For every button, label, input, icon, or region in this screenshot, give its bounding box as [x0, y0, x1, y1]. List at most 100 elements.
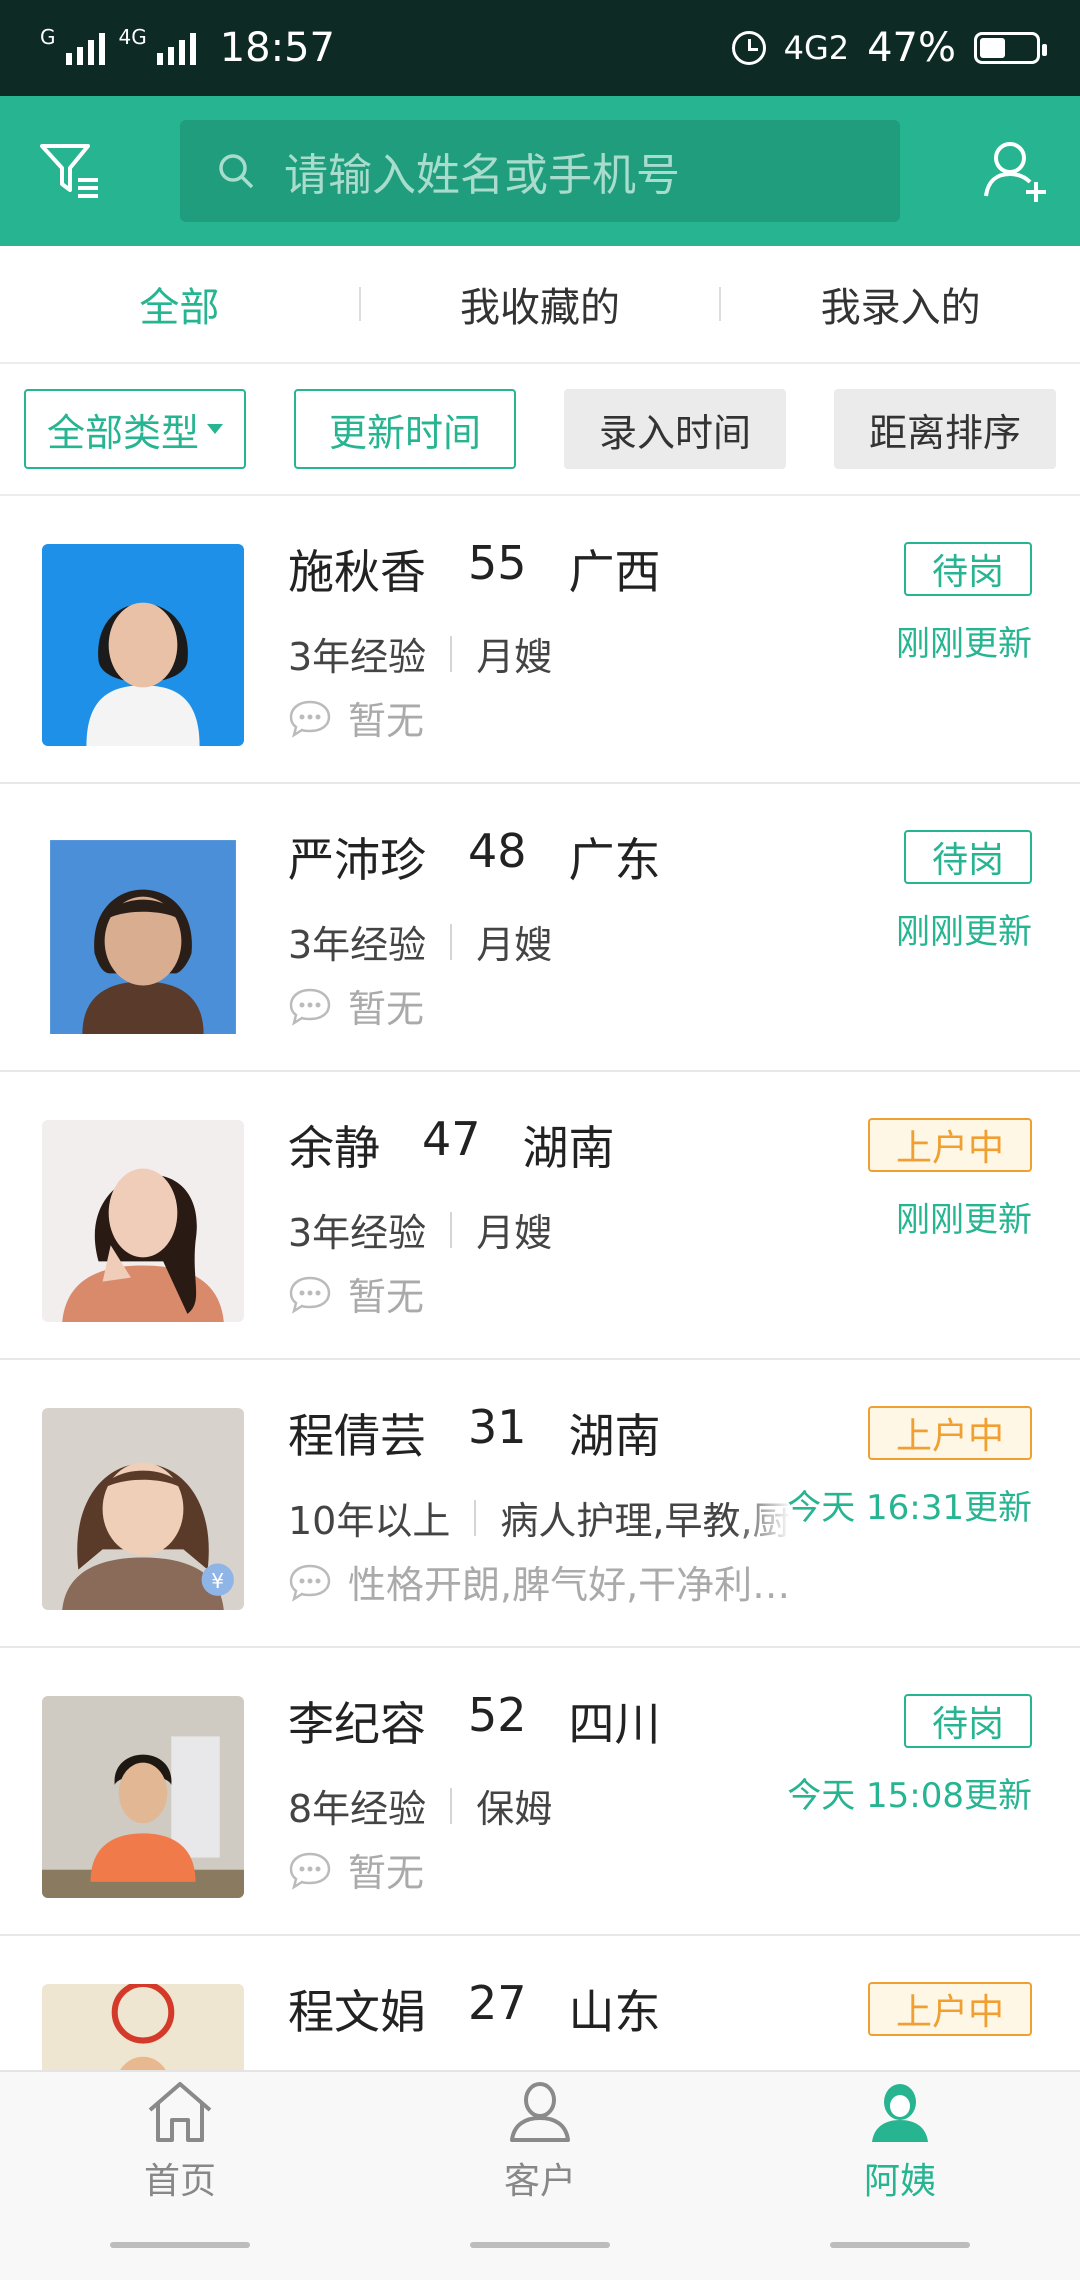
nav-home[interactable]: 首页 [0, 2072, 360, 2210]
gesture-bar [0, 2210, 1080, 2280]
worker-experience: 3年经验 [288, 635, 427, 679]
worker-avatar [42, 544, 244, 746]
worker-card[interactable]: 严沛珍 48 广东 3年经验 月嫂 暂无 待岗 刚刚更新 [0, 784, 1080, 1072]
worker-experience: 3年经验 [288, 923, 427, 967]
worker-province: 广东 [568, 833, 661, 887]
filter-bar: 全部类型 更新时间 录入时间 距离排序 [0, 364, 1080, 496]
detail-divider [450, 923, 453, 960]
worker-note-text: 暂无 [348, 1275, 425, 1319]
worker-name-line: 李纪容 52 四川 [288, 1688, 661, 1754]
worker-card[interactable]: 施秋香 55 广西 3年经验 月嫂 暂无 待岗 刚刚更新 [0, 496, 1080, 784]
home-icon [148, 2082, 212, 2142]
worker-avatar [42, 1696, 244, 1898]
add-user-button[interactable] [980, 136, 1050, 206]
status-badge: 待岗 [903, 830, 1032, 884]
detail-divider [450, 1787, 453, 1824]
worker-experience: 10年以上 [288, 1499, 451, 1543]
worker-avatar: ¥ [42, 1408, 244, 1610]
worker-name: 程倩芸 [288, 1409, 426, 1463]
status-badge: 上户中 [867, 1982, 1032, 2036]
worker-card[interactable]: 程文娟 27 山东 上户中 [0, 1936, 1080, 2070]
status-badge: 上户中 [867, 1118, 1032, 1172]
worker-details: 3年经验 月嫂 [288, 626, 552, 681]
worker-experience: 8年经验 [288, 1787, 427, 1831]
tab-all[interactable]: 全部 [0, 275, 359, 333]
worker-card[interactable]: 李纪容 52 四川 8年经验 保姆 暂无 待岗 今天 15:08更新 [0, 1648, 1080, 1936]
update-time: 今天 16:31更新 [787, 1488, 1032, 1528]
worker-note-text: 暂无 [348, 987, 425, 1031]
worker-card[interactable]: 余静 47 湖南 3年经验 月嫂 暂无 上户中 刚刚更新 [0, 1072, 1080, 1360]
worker-avatar [42, 1984, 244, 2070]
nav-nanny[interactable]: 阿姨 [720, 2072, 1080, 2210]
search-icon [219, 154, 254, 189]
worker-details: 3年经验 月嫂 [288, 1202, 552, 1257]
search-input[interactable]: 请输入姓名或手机号 [180, 120, 900, 222]
worker-skills: 病人护理,早教,厨 [500, 1499, 791, 1543]
worker-card[interactable]: ¥ 程倩芸 31 湖南 10年以上 病人护理,早教,厨 性格开朗,脾气好,干净利… [0, 1360, 1080, 1648]
worker-name-line: 余静 47 湖南 [288, 1112, 615, 1178]
nav-customer[interactable]: 客户 [360, 2072, 720, 2210]
worker-skills: 月嫂 [476, 923, 553, 967]
network-type-2: 4G2 [783, 29, 850, 67]
sort-update-time-button[interactable]: 更新时间 [294, 389, 516, 469]
worker-list: 施秋香 55 广西 3年经验 月嫂 暂无 待岗 刚刚更新 严沛珍 48 广东 3… [0, 496, 1080, 2070]
gesture-pill [830, 2242, 970, 2248]
app-header: 请输入姓名或手机号 [0, 96, 1080, 246]
update-time: 刚刚更新 [896, 1200, 1032, 1240]
gesture-pill [470, 2242, 610, 2248]
sort-entry-time-button[interactable]: 录入时间 [564, 389, 786, 469]
worker-name-line: 严沛珍 48 广东 [288, 824, 661, 890]
filter-button[interactable] [10, 96, 130, 246]
status-badge: 上户中 [867, 1406, 1032, 1460]
worker-name-line: 程文娟 27 山东 [288, 1976, 661, 2042]
worker-note-text: 性格开朗,脾气好,干净利… [348, 1563, 791, 1607]
worker-note: 暂无 [288, 1842, 424, 1897]
sort-distance-button[interactable]: 距离排序 [834, 389, 1056, 469]
worker-province: 广西 [568, 545, 661, 599]
comment-icon [289, 1276, 331, 1314]
status-badge: 待岗 [903, 1694, 1032, 1748]
nav-home-label: 首页 [143, 2161, 216, 2202]
worker-experience: 3年经验 [288, 1211, 427, 1255]
svg-text:¥: ¥ [211, 1569, 224, 1593]
worker-age: 27 [468, 1976, 527, 2030]
worker-note: 性格开朗,脾气好,干净利… [288, 1554, 790, 1609]
battery-icon [974, 32, 1047, 64]
worker-province: 山东 [568, 1985, 661, 2039]
status-bar: G 4G 18:57 4G2 47% [0, 0, 1080, 96]
comment-icon [289, 988, 331, 1026]
gesture-pill [110, 2242, 250, 2248]
worker-skills: 保姆 [476, 1787, 553, 1831]
worker-name: 李纪容 [288, 1697, 426, 1751]
nanny-icon [872, 2084, 928, 2142]
worker-name-line: 程倩芸 31 湖南 [288, 1400, 661, 1466]
detail-divider [474, 1499, 477, 1536]
clock: 18:57 [219, 25, 336, 71]
comment-icon [289, 1852, 331, 1890]
type-filter-dropdown[interactable]: 全部类型 [24, 389, 246, 469]
worker-name: 施秋香 [288, 545, 426, 599]
update-time: 刚刚更新 [896, 912, 1032, 952]
tab-my-entries[interactable]: 我录入的 [721, 275, 1080, 333]
worker-province: 湖南 [568, 1409, 661, 1463]
type-filter-label: 全部类型 [46, 410, 199, 455]
comment-icon [289, 1564, 331, 1602]
worker-avatar [42, 832, 244, 1034]
worker-note-text: 暂无 [348, 1851, 425, 1895]
worker-name: 严沛珍 [288, 833, 426, 887]
tab-bar: 全部 我收藏的 我录入的 [0, 246, 1080, 364]
tab-favorites[interactable]: 我收藏的 [361, 275, 720, 333]
add-user-icon [984, 142, 1046, 202]
comment-icon [289, 700, 331, 738]
worker-details: 8年经验 保姆 [288, 1778, 552, 1833]
worker-note: 暂无 [288, 690, 424, 745]
search-placeholder: 请输入姓名或手机号 [284, 150, 680, 201]
caret-down-icon [207, 424, 223, 434]
worker-avatar [42, 1120, 244, 1322]
nav-customer-label: 客户 [503, 2161, 576, 2202]
customer-icon [510, 2082, 570, 2142]
worker-age: 55 [468, 536, 527, 590]
worker-name: 程文娟 [288, 1985, 426, 2039]
worker-note-text: 暂无 [348, 699, 425, 743]
signal-tag: G [40, 25, 56, 49]
